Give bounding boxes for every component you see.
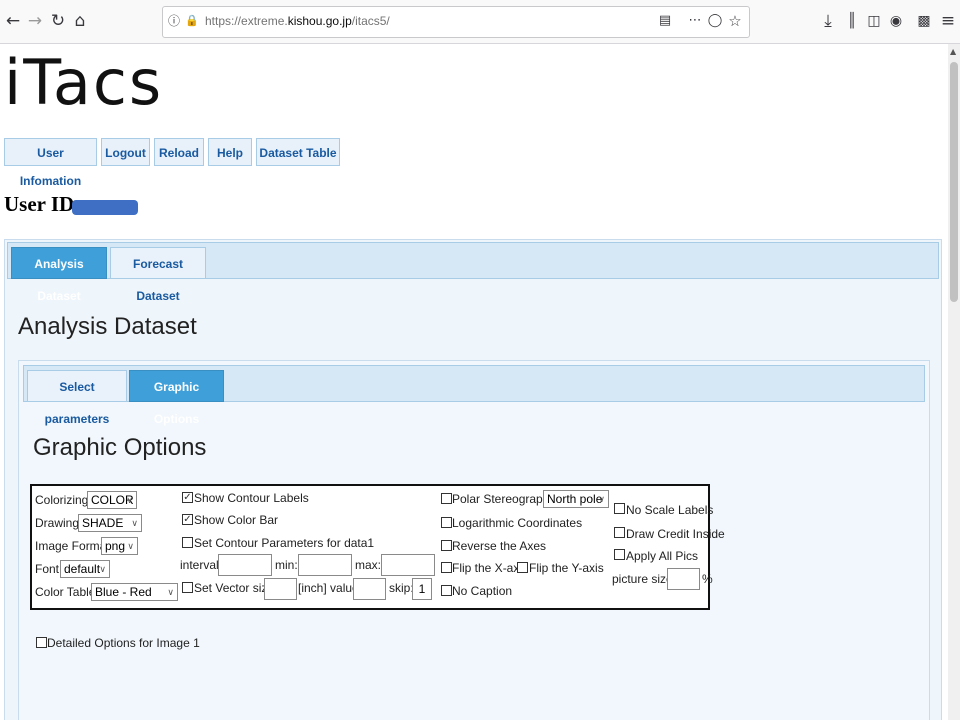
chevron-down-icon: ∨	[99, 564, 106, 574]
min-label: min:	[275, 558, 298, 572]
color-table-select[interactable]: Blue - Red ∨	[91, 583, 178, 601]
skip-label: skip:	[389, 581, 414, 595]
section-heading: Analysis Dataset	[18, 313, 197, 340]
font-label: Font:	[35, 562, 63, 576]
skip-input[interactable]: 1	[412, 578, 432, 600]
chevron-down-icon: ∨	[126, 495, 133, 505]
pole-select[interactable]: North pole ∨	[543, 490, 609, 508]
detailed-options-checkbox[interactable]	[36, 637, 47, 648]
draw-credit-inside-checkbox[interactable]	[614, 527, 625, 538]
hamburger-menu-icon[interactable]: ≡	[938, 10, 958, 32]
flip-y-axis-checkbox[interactable]	[517, 562, 528, 573]
menu-user-information[interactable]: User Infomation	[4, 138, 97, 188]
drawing-label: Drawing:	[35, 516, 83, 530]
page-actions-icon[interactable]: ⋯	[685, 10, 705, 32]
colorizing-label: Colorizing:	[35, 493, 92, 507]
site-info-icon[interactable]: ⓘ	[167, 10, 181, 32]
detailed-options-label: Detailed Options for Image 1	[47, 636, 200, 650]
redacted-user-id	[72, 200, 138, 215]
menu-dataset-table[interactable]: Dataset Table	[256, 138, 340, 166]
menu-logout[interactable]: Logout	[101, 138, 150, 166]
back-arrow-icon[interactable]: ←	[2, 10, 24, 32]
sidebar-icon[interactable]: ◫	[864, 10, 884, 32]
set-vector-size-checkbox[interactable]	[182, 582, 193, 593]
image-format-select[interactable]: png ∨	[101, 537, 138, 555]
url-text[interactable]: https://extreme.kishou.go.jp/itacs5/	[205, 14, 390, 28]
flip-y-axis-label: Flip the Y-axis	[529, 561, 604, 575]
browser-toolbar: ← → ↻ ⌂ ⓘ 🔒 https://extreme.kishou.go.jp…	[0, 0, 960, 44]
picture-size-input[interactable]	[667, 568, 700, 590]
max-label: max:	[355, 558, 382, 572]
percent-label: %	[702, 572, 713, 586]
interval-input[interactable]	[218, 554, 272, 576]
reload-icon[interactable]: ↻	[48, 10, 68, 32]
chevron-down-icon: ∨	[127, 541, 134, 551]
apply-all-pics-label: Apply All Pics	[626, 549, 699, 563]
min-input[interactable]	[298, 554, 352, 576]
no-scale-labels-label: No Scale Labels	[626, 503, 714, 517]
reader-view-icon[interactable]: ▤	[657, 10, 673, 32]
home-icon[interactable]: ⌂	[70, 10, 90, 32]
download-icon[interactable]: ⤓	[818, 10, 838, 32]
interval-label: interval:	[180, 558, 223, 572]
bookmark-star-icon[interactable]: ☆	[727, 10, 743, 32]
vector-value-input[interactable]	[353, 578, 386, 600]
scroll-up-icon[interactable]: ▲	[950, 47, 956, 56]
color-table-label: Color Table:	[35, 585, 99, 599]
scroll-thumb[interactable]	[950, 62, 958, 302]
dataset-tab-bar: Analysis Dataset Forecast Dataset	[7, 242, 939, 303]
chevron-down-icon: ∨	[167, 587, 174, 597]
graphic-options-heading: Graphic Options	[33, 434, 207, 461]
vertical-scrollbar[interactable]: ▲	[948, 44, 960, 720]
no-scale-labels-checkbox[interactable]	[614, 503, 625, 514]
page-content: iTacs User Infomation Logout Reload Help…	[0, 44, 948, 720]
reverse-axes-label: Reverse the Axes	[452, 539, 547, 553]
show-color-bar-label: Show Color Bar	[194, 513, 279, 527]
itacs-logo: iTacs	[4, 46, 164, 119]
chevron-down-icon: ∨	[598, 494, 605, 504]
max-input[interactable]	[381, 554, 435, 576]
account-icon[interactable]: ◉	[886, 10, 906, 32]
pocket-icon[interactable]: ◯	[707, 10, 723, 32]
apply-all-pics-checkbox[interactable]	[614, 549, 625, 560]
font-select[interactable]: default ∨	[60, 560, 110, 578]
colorizing-select[interactable]: COLOR ∨	[87, 491, 137, 509]
set-contour-params-checkbox[interactable]	[182, 537, 193, 548]
show-contour-labels-checkbox[interactable]: ✓	[182, 492, 193, 503]
tab-graphic-options[interactable]: Graphic Options	[129, 370, 224, 426]
tab-select-parameters[interactable]: Select parameters	[27, 370, 127, 426]
draw-credit-inside-label: Draw Credit Inside	[626, 527, 725, 541]
logarithmic-checkbox[interactable]	[441, 517, 452, 528]
graphic-options-box: Colorizing: COLOR ∨ Drawing: SHADE ∨ Image…	[30, 484, 725, 610]
no-caption-label: No Caption	[452, 584, 513, 598]
url-bar[interactable]: ⓘ 🔒 https://extreme.kishou.go.jp/itacs5/…	[162, 6, 750, 38]
vector-size-input[interactable]	[264, 578, 297, 600]
reverse-axes-checkbox[interactable]	[441, 540, 452, 551]
library-icon[interactable]: ║	[842, 10, 862, 32]
sub-tab-bar: Select parameters Graphic Options	[23, 365, 925, 426]
polar-stereographic-checkbox[interactable]	[441, 493, 452, 504]
drawing-select[interactable]: SHADE ∨	[78, 514, 142, 532]
user-id-label: User ID:	[4, 192, 82, 216]
show-color-bar-checkbox[interactable]: ✓	[182, 514, 193, 525]
picture-size-label: picture size	[612, 572, 673, 586]
menu-help[interactable]: Help	[208, 138, 252, 166]
logarithmic-label: Logarithmic Coordinates	[452, 516, 583, 530]
flip-x-axis-checkbox[interactable]	[441, 562, 452, 573]
tab-analysis-dataset[interactable]: Analysis Dataset	[11, 247, 107, 303]
chevron-down-icon: ∨	[131, 518, 138, 528]
set-contour-params-label: Set Contour Parameters for data1	[194, 536, 375, 550]
show-contour-labels-label: Show Contour Labels	[194, 491, 309, 505]
menu-reload[interactable]: Reload	[154, 138, 204, 166]
tab-forecast-dataset[interactable]: Forecast Dataset	[110, 247, 206, 303]
no-caption-checkbox[interactable]	[441, 585, 452, 596]
forward-arrow-icon[interactable]: →	[26, 10, 44, 32]
lock-icon[interactable]: 🔒	[185, 10, 199, 32]
extensions-icon[interactable]: ▩	[914, 10, 934, 32]
